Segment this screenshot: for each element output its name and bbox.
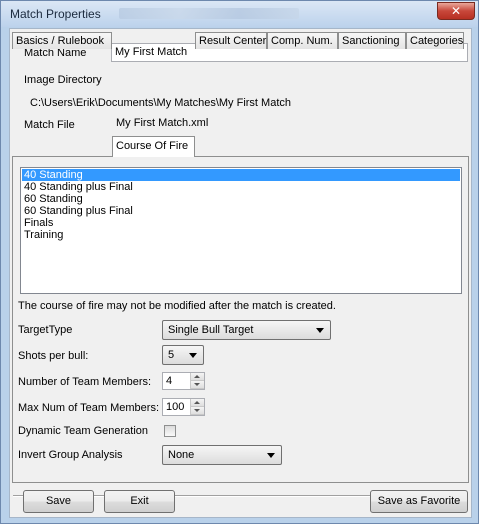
- arrow-up-icon[interactable]: [191, 399, 204, 407]
- chevron-down-icon: [316, 328, 324, 333]
- tab-course-of-fire[interactable]: Course Of Fire: [112, 136, 195, 157]
- exit-button[interactable]: Exit: [104, 490, 175, 513]
- tab-comp-num[interactable]: Comp. Num.: [267, 32, 338, 49]
- dynamic-team-checkbox[interactable]: [164, 425, 176, 437]
- arrow-up-icon[interactable]: [191, 373, 204, 381]
- tab-basics-rulebook[interactable]: Basics / Rulebook: [12, 32, 112, 49]
- save-button[interactable]: Save: [23, 490, 94, 513]
- target-type-value: Single Bull Target: [168, 324, 254, 336]
- invert-group-label: Invert Group Analysis: [18, 449, 123, 461]
- list-item[interactable]: 40 Standing plus Final: [22, 181, 460, 193]
- window-title: Match Properties: [10, 7, 101, 21]
- list-item[interactable]: Finals: [22, 217, 460, 229]
- tab-categories[interactable]: Categories: [406, 32, 464, 49]
- team-members-label: Number of Team Members:: [18, 376, 152, 388]
- title-bar[interactable]: Match Properties ✕: [1, 1, 478, 27]
- image-directory-label: Image Directory: [24, 74, 102, 86]
- invert-group-dropdown[interactable]: None: [162, 445, 282, 465]
- tab-sanctioning[interactable]: Sanctioning: [338, 32, 406, 49]
- shots-per-bull-dropdown[interactable]: 5: [162, 345, 204, 365]
- target-type-dropdown[interactable]: Single Bull Target: [162, 320, 331, 340]
- image-directory-value: C:\Users\Erik\Documents\My Matches\My Fi…: [30, 97, 291, 109]
- team-members-value: 4: [166, 375, 173, 387]
- match-file-value: My First Match.xml: [116, 117, 209, 129]
- arrow-down-icon[interactable]: [191, 381, 204, 389]
- list-item[interactable]: 40 Standing: [22, 169, 460, 181]
- course-of-fire-note: The course of fire may not be modified a…: [18, 300, 336, 312]
- save-as-favorite-button[interactable]: Save as Favorite: [370, 490, 468, 513]
- list-item[interactable]: 60 Standing: [22, 193, 460, 205]
- team-members-stepper[interactable]: 4: [162, 372, 205, 390]
- shots-per-bull-value: 5: [168, 349, 175, 361]
- close-button[interactable]: ✕: [437, 2, 475, 20]
- stepper-buttons[interactable]: [190, 373, 204, 389]
- chevron-down-icon: [267, 453, 275, 458]
- match-properties-window: Match Properties ✕ Match Name My First M…: [0, 0, 479, 524]
- list-item[interactable]: Training: [22, 229, 460, 241]
- blurred-title-tabs: [119, 8, 299, 19]
- max-team-members-value: 100: [166, 401, 185, 413]
- dynamic-team-label: Dynamic Team Generation: [18, 425, 149, 437]
- stepper-buttons[interactable]: [190, 399, 204, 415]
- course-of-fire-list[interactable]: 40 Standing 40 Standing plus Final 60 St…: [20, 167, 462, 294]
- shots-per-bull-label: Shots per bull:: [18, 350, 89, 362]
- close-icon: ✕: [450, 4, 462, 18]
- list-item[interactable]: 60 Standing plus Final: [22, 205, 460, 217]
- target-type-label: TargetType: [18, 324, 73, 336]
- match-file-label: Match File: [24, 119, 75, 131]
- arrow-down-icon[interactable]: [191, 407, 204, 415]
- chevron-down-icon: [189, 353, 197, 358]
- dialog-body: Match Name My First Match Image Director…: [9, 28, 472, 518]
- max-team-members-label: Max Num of Team Members:: [18, 402, 160, 414]
- invert-group-value: None: [168, 449, 195, 461]
- max-team-members-stepper[interactable]: 100: [162, 398, 205, 416]
- tab-result-center[interactable]: Result Center: [195, 32, 267, 49]
